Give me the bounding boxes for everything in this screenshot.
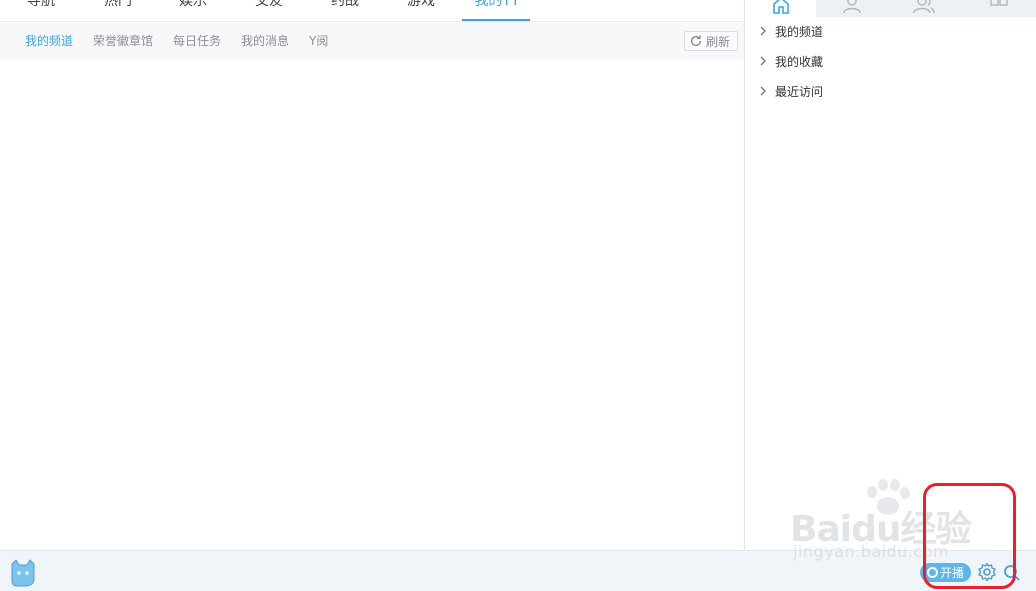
live-icon (926, 567, 938, 578)
right-panel: 我的频道 我的收藏 最近访问 (744, 0, 1036, 550)
tree-item-my-favorites[interactable]: 我的收藏 (759, 50, 823, 72)
refresh-label: 刷新 (706, 34, 731, 49)
subnav-honor-badges[interactable]: 荣誉徽章馆 (93, 34, 153, 48)
tab-home[interactable] (745, 0, 816, 17)
chevron-right-icon (760, 86, 766, 96)
tree-item-label: 我的频道 (775, 24, 824, 39)
tab-entertainment[interactable]: 娱乐 (176, 0, 210, 21)
active-tab-indicator (462, 19, 530, 21)
tab-battle[interactable]: 约战 (328, 0, 362, 21)
refresh-button[interactable]: 刷新 (684, 31, 738, 51)
tab-hot[interactable]: 热门 (101, 0, 135, 21)
tab-groups[interactable] (887, 0, 960, 17)
tree-item-label: 最近访问 (775, 84, 824, 99)
tree-item-my-channels[interactable]: 我的频道 (759, 20, 823, 42)
search-icon[interactable] (1002, 563, 1022, 583)
subnav-my-channels[interactable]: 我的频道 (25, 34, 73, 48)
bottom-bar: 开播 (0, 550, 1036, 591)
chevron-right-icon (760, 56, 766, 66)
yy-cat-logo-icon[interactable] (8, 559, 38, 587)
chevron-right-icon (760, 26, 766, 36)
go-live-button[interactable]: 开播 (920, 563, 971, 582)
tree-item-label: 我的收藏 (775, 54, 824, 69)
tab-apps[interactable] (960, 0, 1036, 17)
go-live-label: 开播 (939, 566, 964, 580)
refresh-icon (690, 35, 702, 47)
tab-contacts[interactable] (816, 0, 887, 17)
home-icon (772, 0, 789, 14)
subnav-daily-tasks[interactable]: 每日任务 (173, 34, 221, 48)
gear-icon[interactable] (977, 562, 997, 582)
contact-icon (842, 0, 861, 14)
group-icon (912, 0, 935, 14)
tab-nav[interactable]: 导航 (24, 0, 58, 21)
tree-item-recent-visits[interactable]: 最近访问 (759, 80, 823, 102)
subnav-my-messages[interactable]: 我的消息 (241, 34, 289, 48)
sub-nav: 我的频道 荣誉徽章馆 每日任务 我的消息 Y阅 刷新 (0, 23, 744, 59)
right-panel-tabs (745, 0, 1036, 17)
tab-games[interactable]: 游戏 (404, 0, 438, 21)
tab-social[interactable]: 交友 (252, 0, 286, 21)
subnav-y-read[interactable]: Y阅 (309, 34, 328, 48)
main-content-area (0, 59, 744, 550)
apps-icon (989, 0, 1008, 6)
top-nav: 导航 热门 娱乐 交友 约战 游戏 我的YY (0, 0, 744, 22)
